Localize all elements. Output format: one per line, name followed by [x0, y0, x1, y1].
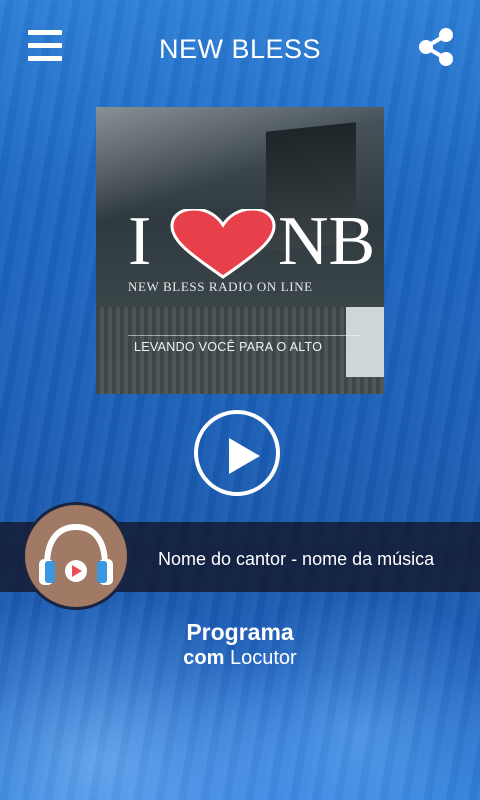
share-button[interactable]	[418, 28, 454, 66]
cover-subtitle: NEW BLESS RADIO ON LINE	[128, 279, 313, 294]
heart-icon	[170, 209, 276, 279]
now-playing-text: Nome do cantor - nome da música	[158, 549, 435, 569]
app-header: NEW BLESS	[0, 0, 480, 100]
logo-letter: I	[128, 203, 152, 280]
cover-tagline: LEVANDO VOCÊ PARA O ALTO	[128, 335, 360, 354]
album-cover: I NB NEW BLESS RADIO ON LINE LEVANDO VOC…	[96, 107, 384, 394]
play-button[interactable]	[194, 410, 280, 496]
program-title: Programa	[186, 619, 294, 645]
program-host-prefix: com	[183, 647, 225, 669]
program-info: Programa com Locutor	[0, 618, 480, 670]
play-icon	[229, 438, 260, 474]
app-title: NEW BLESS	[158, 34, 322, 64]
program-avatar	[22, 502, 130, 610]
program-host: Locutor	[229, 647, 297, 669]
program-host-line: com Locutor	[0, 646, 480, 670]
share-icon	[419, 28, 453, 66]
headphones-icon	[39, 523, 113, 585]
logo-letters: NB	[278, 203, 376, 280]
